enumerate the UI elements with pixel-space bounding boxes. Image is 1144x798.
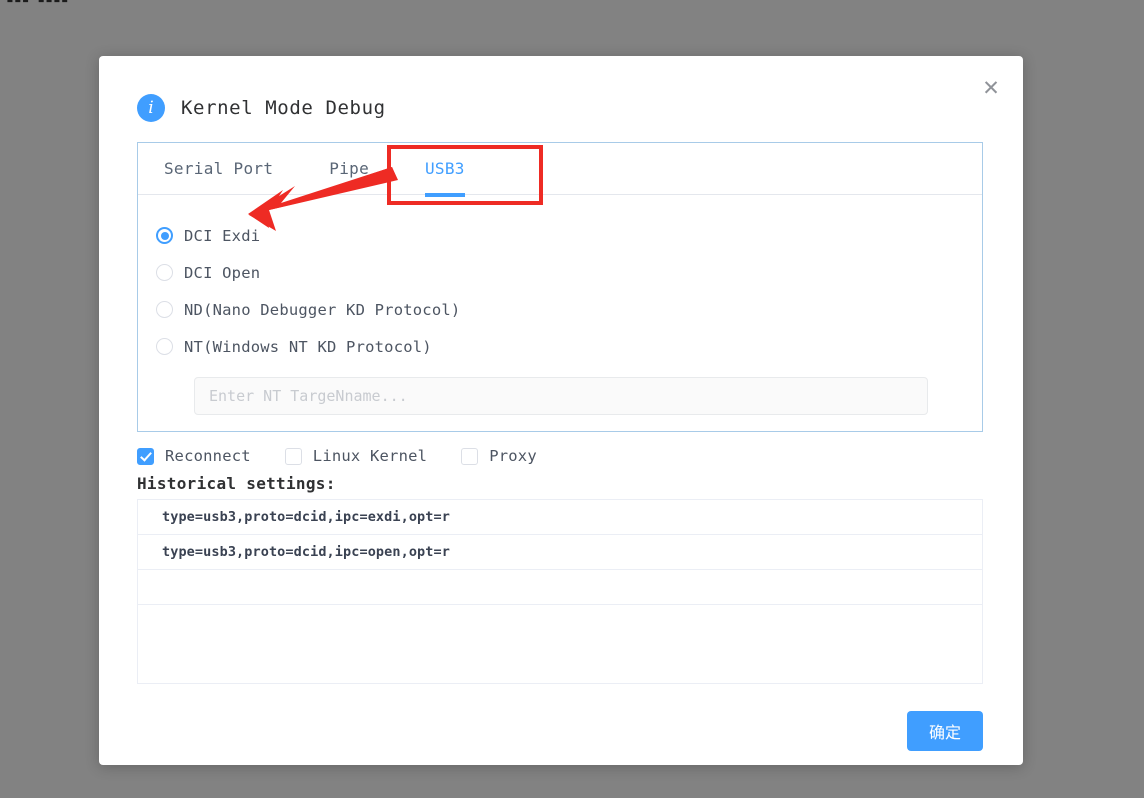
radio-mark-icon	[156, 338, 173, 355]
radio-mark-icon	[156, 227, 173, 244]
options-row: Reconnect Linux Kernel Proxy	[137, 447, 571, 465]
checkbox-label: Linux Kernel	[312, 447, 428, 465]
close-icon[interactable]: ✕	[975, 72, 1007, 104]
list-item[interactable]	[138, 605, 982, 683]
historical-settings-title: Historical settings:	[137, 474, 336, 493]
checkbox-linux-kernel[interactable]: Linux Kernel	[284, 447, 428, 465]
checkbox-label: Reconnect	[165, 447, 251, 465]
checkmark-icon	[284, 447, 302, 465]
radio-label: NT(Windows NT KD Protocol)	[184, 337, 432, 356]
radio-label: DCI Open	[184, 263, 261, 282]
radio-nt-windows-kd[interactable]: NT(Windows NT KD Protocol)	[138, 328, 982, 365]
list-item[interactable]	[138, 570, 982, 605]
tab-pipe[interactable]: Pipe	[329, 143, 369, 195]
radio-dci-open[interactable]: DCI Open	[138, 254, 982, 291]
dialog-title: Kernel Mode Debug	[181, 97, 386, 119]
tab-usb3[interactable]: USB3	[425, 143, 465, 197]
list-item[interactable]: type=usb3,proto=dcid,ipc=open,opt=r	[138, 535, 982, 570]
tab-panel: Serial Port Pipe USB3 DCI Exdi DCI Open …	[137, 142, 983, 432]
nt-target-name-input[interactable]	[194, 377, 928, 415]
confirm-button[interactable]: 确定	[907, 711, 983, 751]
checkbox-proxy[interactable]: Proxy	[461, 447, 537, 465]
checkbox-label: Proxy	[489, 447, 537, 465]
radio-nd-nano-debugger[interactable]: ND(Nano Debugger KD Protocol)	[138, 291, 982, 328]
dialog-header: i Kernel Mode Debug	[137, 94, 386, 122]
radio-label: ND(Nano Debugger KD Protocol)	[184, 300, 461, 319]
background-text-fragment: ▪▪▪ ▪▪▪▪	[6, 0, 69, 7]
tab-bar: Serial Port Pipe USB3	[138, 143, 982, 197]
radio-label: DCI Exdi	[184, 226, 261, 245]
tab-body-usb3: DCI Exdi DCI Open ND(Nano Debugger KD Pr…	[138, 195, 982, 415]
checkmark-icon	[461, 447, 479, 465]
list-item[interactable]: type=usb3,proto=dcid,ipc=exdi,opt=r	[138, 500, 982, 535]
checkmark-icon	[137, 447, 154, 465]
info-icon: i	[137, 94, 165, 122]
tab-serial-port[interactable]: Serial Port	[164, 143, 273, 195]
radio-mark-icon	[156, 301, 173, 318]
kernel-mode-debug-dialog: ✕ i Kernel Mode Debug Serial Port Pipe U…	[99, 56, 1023, 765]
radio-dci-exdi[interactable]: DCI Exdi	[138, 217, 982, 254]
radio-mark-icon	[156, 264, 173, 281]
historical-settings-list: type=usb3,proto=dcid,ipc=exdi,opt=r type…	[137, 499, 983, 684]
checkbox-reconnect[interactable]: Reconnect	[137, 447, 251, 465]
